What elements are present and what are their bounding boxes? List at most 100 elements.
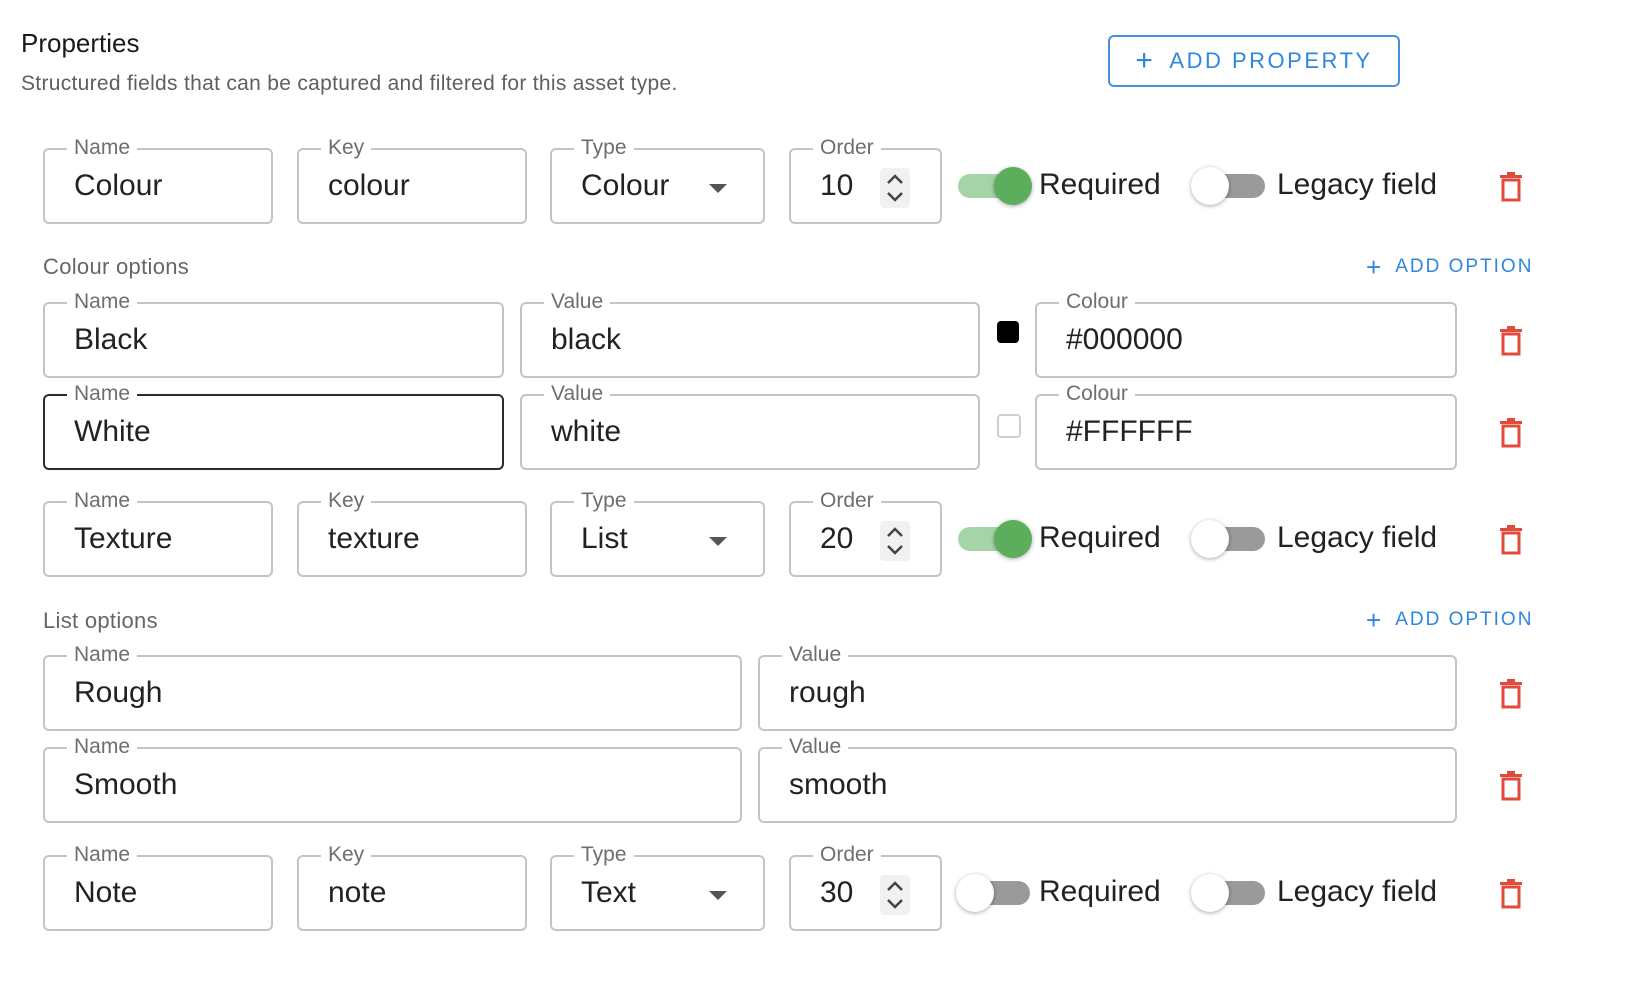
field-label: Type bbox=[574, 135, 634, 161]
field-value: #FFFFFF bbox=[1066, 415, 1193, 448]
field-value: 20 bbox=[820, 522, 854, 555]
field-label: Key bbox=[321, 135, 372, 161]
toggle-thumb bbox=[956, 874, 994, 912]
delete-icon[interactable] bbox=[1499, 879, 1523, 909]
property-order-field[interactable]: Order 10 bbox=[789, 135, 942, 224]
property-key-field[interactable]: Key texture bbox=[297, 488, 527, 577]
add-property-label: ADD PROPERTY bbox=[1169, 48, 1373, 73]
required-toggle[interactable] bbox=[956, 873, 1030, 913]
field-label: Name bbox=[67, 488, 138, 514]
option-name-field[interactable]: Name Smooth bbox=[43, 734, 742, 823]
legacy-field-toggle[interactable] bbox=[1191, 166, 1265, 206]
property-name-field[interactable]: Name Note bbox=[43, 842, 273, 931]
legacy-field-label: Legacy field bbox=[1277, 875, 1438, 908]
colour-swatch[interactable] bbox=[997, 414, 1021, 438]
delete-icon[interactable] bbox=[1499, 172, 1523, 202]
plus-icon: + bbox=[1135, 44, 1156, 77]
field-value: List bbox=[581, 522, 628, 555]
property-name-field[interactable]: Name Texture bbox=[43, 488, 273, 577]
add-option-button[interactable]: + ADD OPTION bbox=[1366, 607, 1533, 633]
field-value: White bbox=[74, 415, 151, 448]
dropdown-caret-icon bbox=[709, 537, 727, 546]
field-label: Name bbox=[67, 289, 138, 315]
field-value: colour bbox=[328, 169, 410, 202]
option-value-field[interactable]: Value black bbox=[520, 289, 980, 378]
delete-icon[interactable] bbox=[1499, 525, 1523, 555]
field-label: Key bbox=[321, 488, 372, 514]
field-label: Type bbox=[574, 842, 634, 868]
field-value: rough bbox=[789, 676, 866, 709]
plus-icon: + bbox=[1366, 252, 1384, 282]
field-label: Name bbox=[67, 734, 138, 760]
field-label: Name bbox=[67, 135, 138, 161]
field-value: 10 bbox=[820, 169, 854, 202]
option-colour-field[interactable]: Colour #FFFFFF bbox=[1035, 381, 1457, 470]
property-type-select[interactable]: Type Text bbox=[550, 842, 765, 931]
field-label: Type bbox=[574, 488, 634, 514]
field-label: Order bbox=[813, 135, 881, 161]
delete-icon[interactable] bbox=[1499, 418, 1523, 448]
add-option-label: ADD OPTION bbox=[1395, 256, 1534, 277]
field-label: Key bbox=[321, 842, 372, 868]
add-property-button[interactable]: + ADD PROPERTY bbox=[1108, 35, 1400, 87]
number-spinner-icon[interactable] bbox=[880, 521, 910, 561]
field-value: Colour bbox=[581, 169, 670, 202]
property-order-field[interactable]: Order 20 bbox=[789, 488, 942, 577]
delete-icon[interactable] bbox=[1499, 679, 1523, 709]
delete-icon[interactable] bbox=[1499, 771, 1523, 801]
field-value: black bbox=[551, 323, 622, 356]
field-label: Name bbox=[67, 842, 138, 868]
required-toggle[interactable] bbox=[958, 519, 1032, 559]
field-label: Colour bbox=[1059, 289, 1135, 315]
delete-icon[interactable] bbox=[1499, 326, 1523, 356]
field-label: Order bbox=[813, 842, 881, 868]
field-label: Value bbox=[544, 289, 611, 315]
field-label: Name bbox=[67, 381, 138, 407]
section-subtitle: Structured fields that can be captured a… bbox=[21, 72, 678, 95]
colour-swatch[interactable] bbox=[997, 321, 1019, 343]
add-option-label: ADD OPTION bbox=[1395, 609, 1534, 630]
toggle-thumb bbox=[994, 520, 1032, 558]
colour-options-label: Colour options bbox=[43, 254, 190, 279]
dropdown-caret-icon bbox=[709, 184, 727, 193]
number-spinner-icon[interactable] bbox=[880, 168, 910, 208]
list-options-label: List options bbox=[43, 608, 158, 633]
field-label: Value bbox=[782, 642, 849, 668]
field-value: Text bbox=[581, 876, 637, 909]
property-type-select[interactable]: Type Colour bbox=[550, 135, 765, 224]
number-spinner-icon[interactable] bbox=[880, 875, 910, 915]
required-toggle[interactable] bbox=[958, 166, 1032, 206]
option-name-field[interactable]: Name Rough bbox=[43, 642, 742, 731]
option-value-field[interactable]: Value white bbox=[520, 381, 980, 470]
field-value: Note bbox=[74, 876, 138, 909]
field-value: Smooth bbox=[74, 768, 178, 801]
field-value: note bbox=[328, 876, 387, 909]
field-label: Name bbox=[67, 642, 138, 668]
section-title: Properties bbox=[21, 28, 140, 58]
property-key-field[interactable]: Key colour bbox=[297, 135, 527, 224]
property-order-field[interactable]: Order 30 bbox=[789, 842, 942, 931]
option-value-field[interactable]: Value smooth bbox=[758, 734, 1457, 823]
property-type-select[interactable]: Type List bbox=[550, 488, 765, 577]
field-value: #000000 bbox=[1066, 323, 1183, 356]
required-label: Required bbox=[1039, 875, 1161, 908]
plus-icon: + bbox=[1366, 605, 1384, 635]
field-label: Order bbox=[813, 488, 881, 514]
option-colour-field[interactable]: Colour #000000 bbox=[1035, 289, 1457, 378]
field-value: texture bbox=[328, 522, 420, 555]
legacy-field-toggle[interactable] bbox=[1191, 873, 1265, 913]
option-name-field[interactable]: Name White bbox=[43, 381, 504, 470]
field-value: Black bbox=[74, 323, 148, 356]
legacy-field-toggle[interactable] bbox=[1191, 519, 1265, 559]
property-name-field[interactable]: Name Colour bbox=[43, 135, 273, 224]
add-option-button[interactable]: + ADD OPTION bbox=[1366, 254, 1533, 280]
field-label: Value bbox=[544, 381, 611, 407]
option-value-field[interactable]: Value rough bbox=[758, 642, 1457, 731]
toggle-thumb bbox=[994, 167, 1032, 205]
field-value: Colour bbox=[74, 169, 163, 202]
property-key-field[interactable]: Key note bbox=[297, 842, 527, 931]
dropdown-caret-icon bbox=[709, 891, 727, 900]
option-name-field[interactable]: Name Black bbox=[43, 289, 504, 378]
field-value: Rough bbox=[74, 676, 163, 709]
field-label: Value bbox=[782, 734, 849, 760]
